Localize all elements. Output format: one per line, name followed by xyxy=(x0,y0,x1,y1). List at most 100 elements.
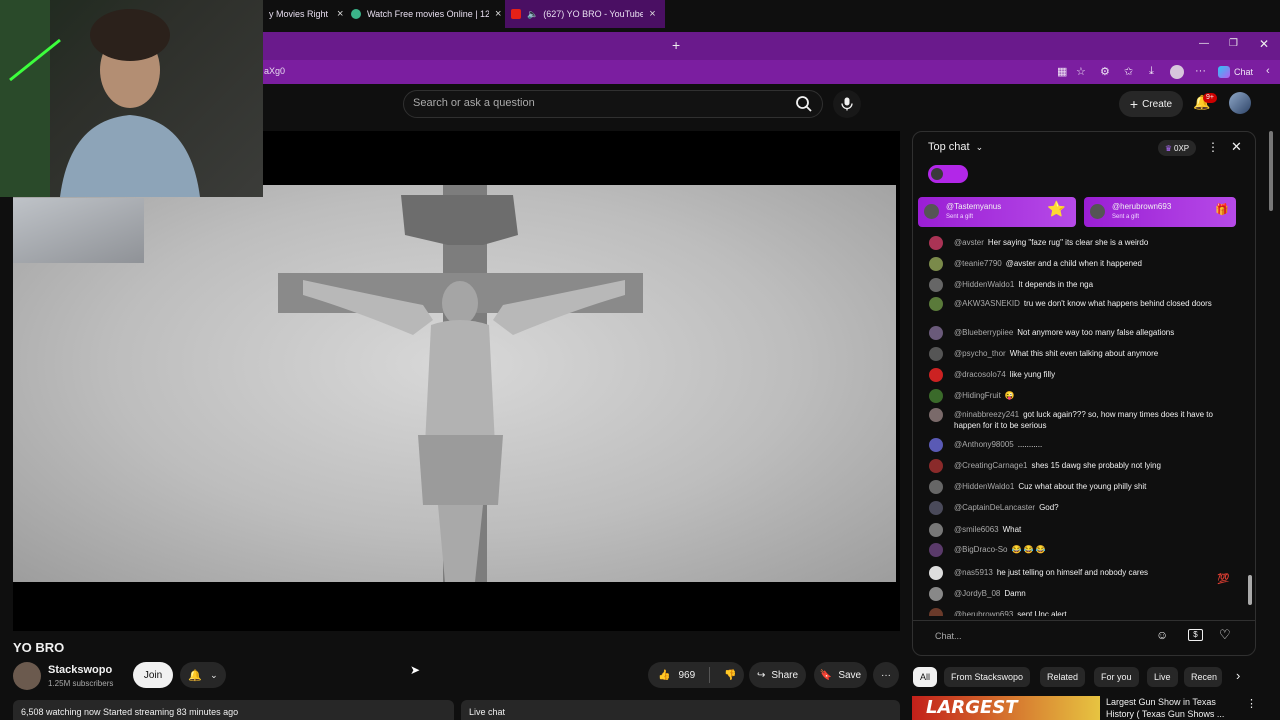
chat-author-name[interactable]: @teanie7790 xyxy=(954,259,1002,268)
chip-live[interactable]: Live xyxy=(1147,667,1178,687)
chat-author-name[interactable]: @smile6063 xyxy=(954,525,999,534)
super-chat-icon[interactable]: $ xyxy=(1188,629,1203,641)
chat-author-name[interactable]: @AKW3ASNEKID xyxy=(954,299,1020,308)
account-avatar[interactable] xyxy=(1229,92,1251,114)
chat-message-text: 😜 xyxy=(1004,391,1015,400)
chat-message-content: @CreatingCarnage1 shes 15 dawg she probab… xyxy=(954,460,1229,471)
channel-avatar[interactable] xyxy=(13,662,41,690)
chevron-right-icon[interactable]: › xyxy=(1236,668,1240,683)
recommended-video-title[interactable]: Largest Gun Show in Texas History ( Texa… xyxy=(1106,696,1236,720)
chip-for-you[interactable]: For you xyxy=(1094,667,1139,687)
voice-search-button[interactable] xyxy=(833,90,861,118)
chat-author-name[interactable]: @HiddenWaldo1 xyxy=(954,280,1014,289)
profile-avatar[interactable] xyxy=(1170,65,1184,79)
crucifix-image xyxy=(278,185,643,582)
chat-author-avatar xyxy=(929,566,943,580)
subscription-bell-button[interactable]: 🔔 ⌄ xyxy=(180,662,226,688)
chat-author-name[interactable]: @HiddenWaldo1 xyxy=(954,482,1014,491)
chat-author-avatar xyxy=(929,438,943,452)
close-tab-icon[interactable]: × xyxy=(649,8,655,20)
chat-author-avatar xyxy=(929,543,943,557)
chat-author-name[interactable]: @HidingFruit xyxy=(954,391,1001,400)
recommended-video-thumbnail[interactable]: LARGEST xyxy=(912,696,1100,720)
share-button[interactable]: ↪ Share xyxy=(749,662,806,688)
search-icon[interactable] xyxy=(795,95,813,116)
speaker-icon[interactable]: 🔈 xyxy=(527,9,538,20)
browser-tab-123movies[interactable]: Watch Free movies Online | 123mo × xyxy=(345,0,505,28)
close-window-icon[interactable]: ✕ xyxy=(1259,37,1269,51)
chat-author-name[interactable]: @JordyB_08 xyxy=(954,589,1000,598)
downloads-icon[interactable]: ⤓ xyxy=(1149,65,1154,78)
chat-author-name[interactable]: @BigDraco-So xyxy=(954,545,1007,554)
minimize-icon[interactable]: — xyxy=(1199,38,1209,49)
favorite-star-icon[interactable]: ☆ xyxy=(1076,65,1086,78)
close-chat-icon[interactable]: ✕ xyxy=(1231,139,1242,155)
chat-message-text: Cuz what about the young philly shit xyxy=(1018,482,1147,491)
chat-author-name[interactable]: @herubrown693 xyxy=(954,610,1013,616)
chat-mode-dropdown[interactable]: Top chat ⌄ xyxy=(928,141,983,153)
gift-card[interactable]: @Tastemyanus Sent a gift ⭐ xyxy=(918,197,1076,227)
heart-icon[interactable]: ♡ xyxy=(1219,627,1231,643)
chat-message-text: God? xyxy=(1039,503,1059,512)
xp-value: 0XP xyxy=(1174,143,1190,153)
chat-input[interactable] xyxy=(925,625,1180,647)
chat-author-name[interactable]: @CaptainDeLancaster xyxy=(954,503,1035,512)
browser-tab-youtube[interactable]: 🔈 (627) YO BRO - YouTube × xyxy=(505,0,665,28)
favorites-icon[interactable]: ✩ xyxy=(1124,65,1133,78)
copilot-chat-button[interactable]: Chat xyxy=(1218,66,1253,78)
close-tab-icon[interactable]: × xyxy=(337,8,343,20)
chat-author-name[interactable]: @ninabbreezy241 xyxy=(954,410,1019,419)
address-url[interactable]: aXg0 xyxy=(264,66,285,76)
chat-message-text: tru we don't know what happens behind cl… xyxy=(1023,299,1212,308)
chat-author-name[interactable]: @CreatingCarnage1 xyxy=(954,461,1028,470)
chat-author-name[interactable]: @nas5913 xyxy=(954,568,993,577)
video-frame[interactable] xyxy=(13,185,896,582)
chat-message-content: @smile6063 What xyxy=(954,524,1229,535)
close-tab-icon[interactable]: × xyxy=(495,8,501,20)
chat-author-name[interactable]: @avster xyxy=(954,238,984,247)
dislike-button[interactable]: 👎 xyxy=(724,670,736,681)
create-button[interactable]: + Create xyxy=(1119,91,1183,117)
like-count: 969 xyxy=(678,669,696,681)
gift-subtext: Sent a gift xyxy=(1112,214,1140,220)
live-chat-panel-header[interactable] xyxy=(461,700,900,720)
chat-scrollbar[interactable] xyxy=(1248,575,1252,605)
chip-related[interactable]: Related xyxy=(1040,667,1086,687)
chat-message-content: @HidingFruit 😜 xyxy=(954,390,1229,401)
chat-author-avatar xyxy=(929,297,943,311)
video-more-icon[interactable]: ⋮ xyxy=(1246,697,1257,710)
tab-label: (627) YO BRO - YouTube xyxy=(543,9,644,19)
page-scrollbar[interactable] xyxy=(1269,131,1273,211)
chat-author-avatar xyxy=(929,501,943,515)
more-menu-icon[interactable]: ··· xyxy=(1195,65,1206,77)
emoji-icon[interactable]: ☺ xyxy=(1156,628,1168,642)
extensions-icon[interactable]: ⚙ xyxy=(1100,65,1110,78)
chat-message-text: Damn xyxy=(1004,589,1026,598)
chat-author-name[interactable]: @Anthony98005 xyxy=(954,440,1014,449)
chat-message-text: It depends in the nga xyxy=(1018,280,1094,289)
gift-card[interactable]: @herubrown693 Sent a gift 🎁 xyxy=(1084,197,1236,227)
new-tab-plus-icon[interactable]: + xyxy=(672,37,680,53)
chip-all[interactable]: All xyxy=(913,667,938,687)
chat-author-name[interactable]: @dracosolo74 xyxy=(954,370,1006,379)
more-actions-button[interactable]: ··· xyxy=(873,662,899,688)
save-button[interactable]: 🔖 Save xyxy=(814,662,867,688)
chip-recently-uploaded[interactable]: Recen xyxy=(1184,667,1222,687)
chat-author-name[interactable]: @Blueberrypiiee xyxy=(954,328,1013,337)
maximize-icon[interactable]: ❐ xyxy=(1229,38,1238,49)
like-dislike-group: 👍 969 👎 xyxy=(648,662,744,688)
chat-author-avatar xyxy=(929,347,943,361)
gift-ticker-chip[interactable] xyxy=(928,165,968,183)
chat-author-name[interactable]: @psycho_thor xyxy=(954,349,1006,358)
sidebar-toggle-icon[interactable]: ‹ xyxy=(1266,65,1270,77)
video-title: YO BRO xyxy=(13,640,65,655)
channel-name[interactable]: Stackswopo xyxy=(48,664,112,676)
join-button[interactable]: Join xyxy=(133,662,173,688)
chip-from-channel[interactable]: From Stackswopo xyxy=(944,667,1031,687)
browser-tab-movies[interactable]: y Movies Right No × xyxy=(263,0,345,28)
chat-more-menu-icon[interactable]: ⋮ xyxy=(1207,140,1219,154)
xp-badge[interactable]: ♛ 0XP xyxy=(1158,140,1196,156)
apps-icon[interactable]: ▦ xyxy=(1057,65,1067,78)
like-button[interactable]: 👍 969 xyxy=(658,670,695,681)
chat-message[interactable]: @herubrown693 sent Unc alert xyxy=(929,608,1229,616)
